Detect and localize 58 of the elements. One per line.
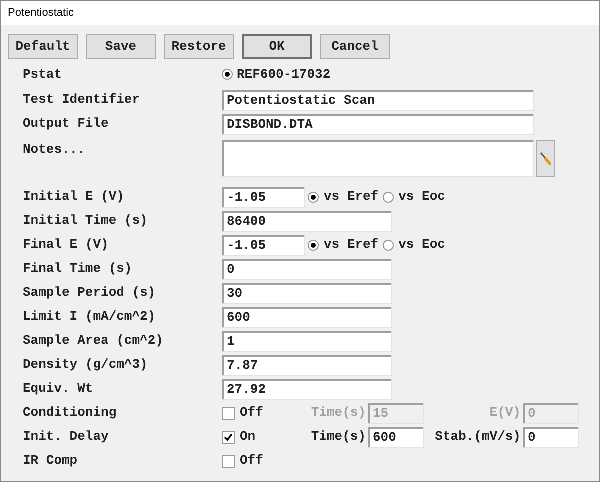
edit-notes-button[interactable]	[536, 140, 555, 177]
radio-button[interactable]	[222, 69, 233, 80]
field-label: Equiv. Wt	[23, 380, 94, 398]
input-field[interactable]: -1.05	[222, 234, 305, 256]
input-field[interactable]: 86400	[222, 210, 392, 232]
field-label: E(V)	[490, 404, 521, 422]
dialog-button[interactable]: OK	[242, 34, 312, 59]
dialog-button[interactable]: Save	[86, 34, 156, 59]
field-label: Density (g/cm^3)	[23, 356, 149, 374]
field-label: IR Comp	[23, 452, 79, 470]
input-field[interactable]: 7.87	[222, 354, 392, 376]
checkbox-label[interactable]: Off	[240, 403, 309, 423]
input-field[interactable]: 0	[523, 426, 579, 448]
radio-label[interactable]: vs Eref	[324, 187, 379, 207]
input-field[interactable]: 30	[222, 282, 392, 304]
screwdriver-icon	[540, 152, 552, 166]
input-field[interactable]: 27.92	[222, 378, 392, 400]
checkbox[interactable]	[222, 454, 235, 468]
dialog-button[interactable]: Restore	[164, 34, 234, 59]
field-label: Initial Time (s)	[23, 212, 149, 230]
input-field[interactable]: 600	[368, 426, 424, 448]
notes-field[interactable]	[222, 140, 534, 177]
dialog-button[interactable]: Default	[8, 34, 78, 59]
field-label: Test Identifier	[23, 91, 142, 110]
field-label: Time(s)	[311, 428, 366, 446]
radio-label[interactable]: vs Eref	[324, 235, 379, 255]
field-label: Limit I (mA/cm^2)	[23, 308, 157, 326]
field-label: Pstat	[23, 66, 64, 84]
radio-button[interactable]	[382, 192, 394, 202]
field-label: Output File	[23, 115, 110, 134]
radio-button[interactable]	[382, 240, 394, 250]
input-field[interactable]: -1.05	[222, 186, 305, 208]
window-title: Potentiostatic	[8, 6, 74, 21]
checkbox-label[interactable]: Off	[240, 451, 309, 471]
checkbox[interactable]	[222, 406, 235, 420]
radio-label[interactable]: vs Eoc	[398, 187, 446, 207]
input-field[interactable]: DISBOND.DTA	[222, 114, 534, 134]
field-label: Initial E (V)	[23, 188, 126, 206]
radio-label[interactable]: vs Eoc	[398, 235, 446, 255]
field-label: Init. Delay	[23, 428, 110, 446]
input-field[interactable]: 600	[222, 306, 392, 328]
radio-button[interactable]	[308, 192, 319, 202]
field-label: Notes...	[23, 141, 86, 159]
field-label: Stab.(mV/s)	[435, 428, 521, 446]
field-label: Sample Area (cm^2)	[23, 332, 164, 350]
field-label: Final E (V)	[23, 236, 110, 254]
input-field[interactable]: Potentiostatic Scan	[222, 90, 534, 110]
field-label: Time(s)	[311, 404, 366, 422]
input-field[interactable]: 1	[222, 330, 392, 352]
checkbox-label[interactable]: On	[240, 427, 309, 447]
input-field[interactable]: 0	[222, 258, 392, 280]
field-label: Sample Period (s)	[23, 284, 157, 302]
checkbox[interactable]	[222, 430, 235, 444]
radio-label[interactable]: REF600-17032	[237, 64, 331, 84]
field-label: Conditioning	[23, 404, 118, 422]
radio-button[interactable]	[308, 240, 319, 250]
field-label: Final Time (s)	[23, 260, 134, 278]
dialog-button[interactable]: Cancel	[320, 34, 390, 59]
